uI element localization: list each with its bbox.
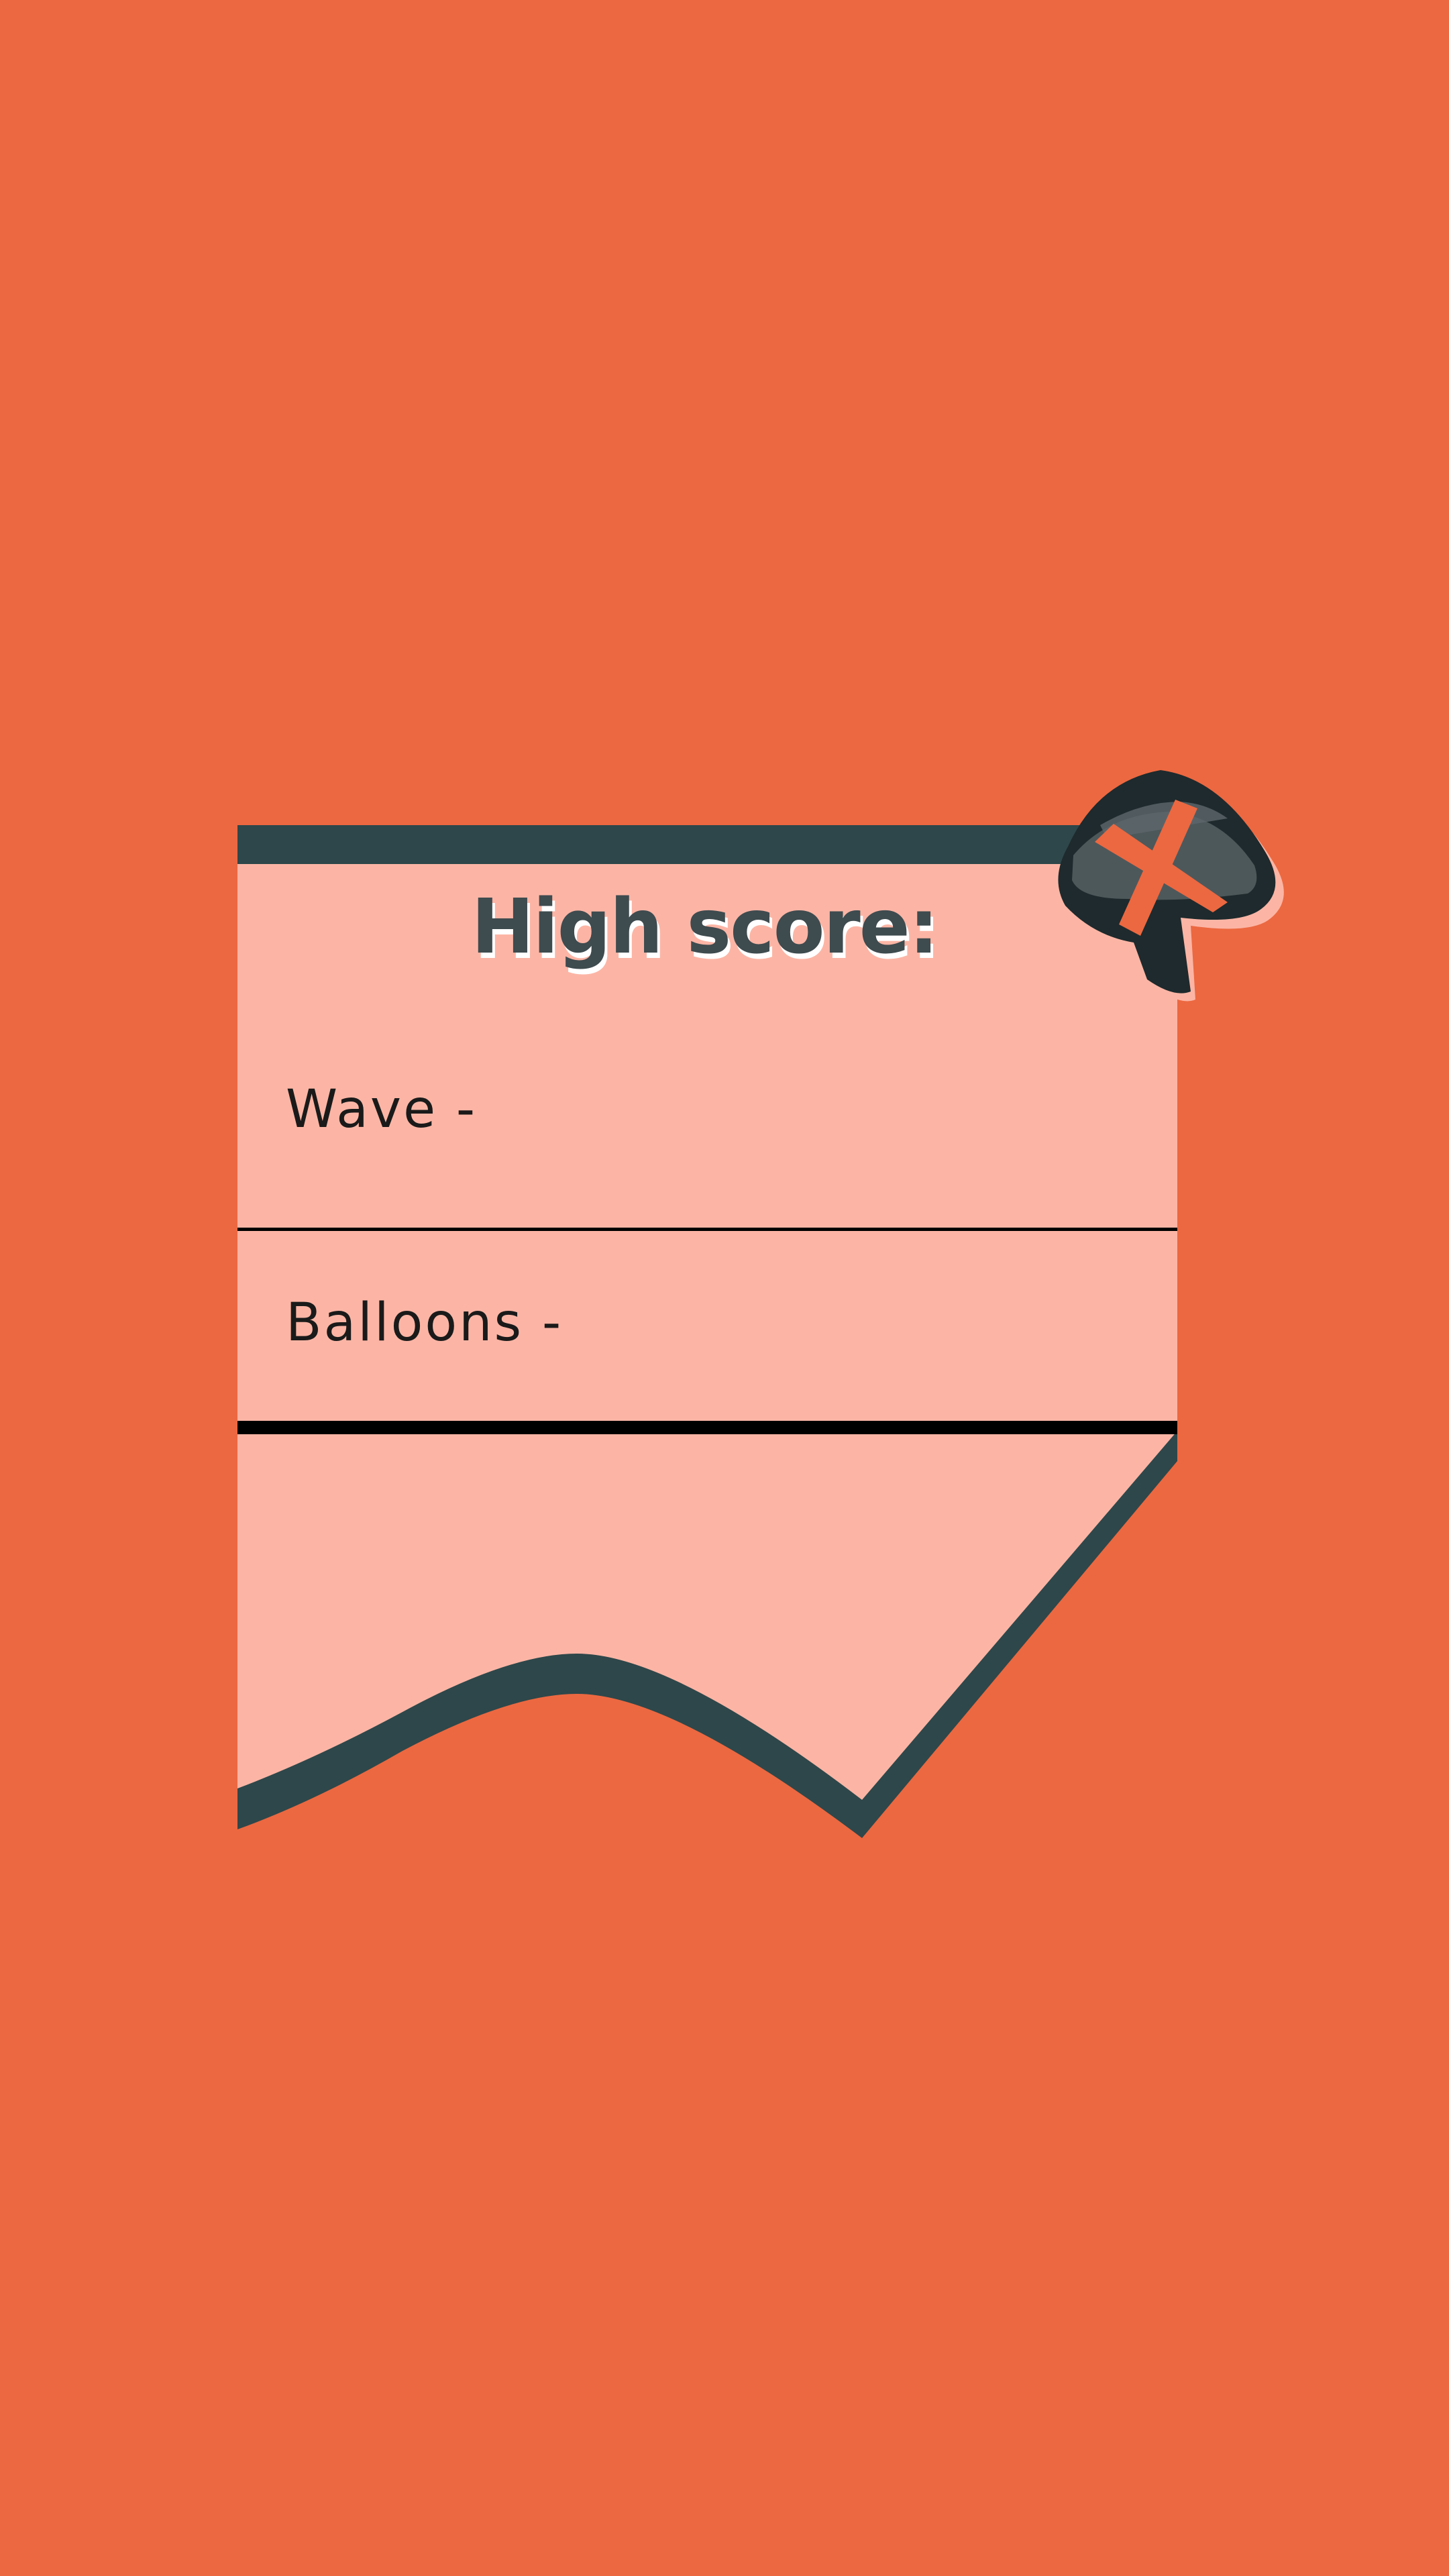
panel-title: High score: — [471, 883, 937, 971]
balloons-label: Balloons - — [286, 1293, 563, 1353]
panel-header-bar — [237, 825, 1177, 864]
rows-bottom-divider — [237, 1421, 1177, 1434]
wave-label: Wave - — [286, 1079, 477, 1140]
row-divider — [237, 1228, 1177, 1231]
high-score-scene: High score: High score: Wave - Balloons … — [0, 0, 1449, 2576]
